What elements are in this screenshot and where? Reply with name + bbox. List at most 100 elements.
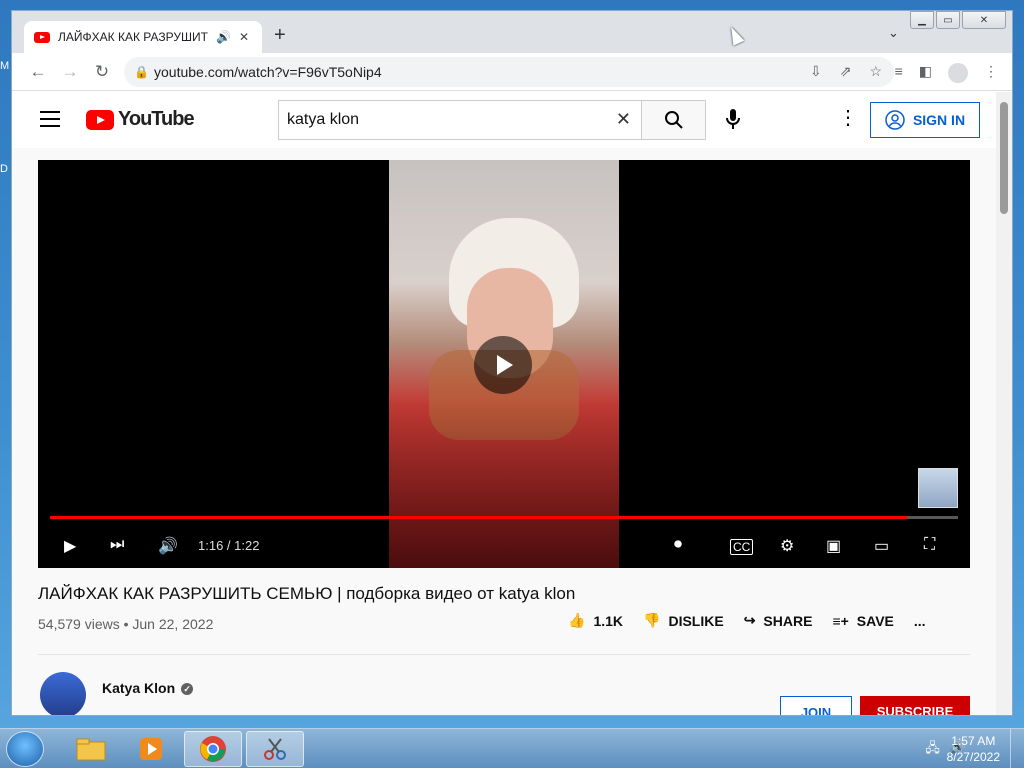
search-box: ✕ xyxy=(278,100,642,140)
settings-gear-icon[interactable]: ⚙ xyxy=(780,536,794,556)
browser-tab[interactable]: ЛАЙФХАК КАК РАЗРУШИТЬ 🔊 ✕ xyxy=(24,21,262,53)
verified-check-icon: ✓ xyxy=(181,683,194,696)
voice-search-button[interactable] xyxy=(724,108,742,135)
minimize-icon[interactable]: ▁ xyxy=(910,11,934,29)
divider xyxy=(38,654,970,655)
video-player[interactable]: ▶ ⏭ 🔊 1:16 / 1:22 ⏺ CC ⚙ ▣ ▭ ⛶ xyxy=(38,160,970,568)
menu-hamburger-icon[interactable] xyxy=(40,111,60,132)
youtube-logo-icon xyxy=(86,109,114,130)
show-desktop-button[interactable] xyxy=(1010,729,1024,768)
large-play-button[interactable] xyxy=(474,336,532,394)
logo-text: YouTube xyxy=(118,108,195,130)
window-controls: ▁ ▭ ✕ xyxy=(910,11,1006,29)
next-icon[interactable]: ⏭ xyxy=(110,536,124,554)
fullscreen-icon[interactable]: ⛶ xyxy=(924,536,935,554)
scissors-icon xyxy=(264,738,286,760)
miniplayer-icon[interactable]: ▣ xyxy=(826,536,841,556)
video-title: ЛАЙФХАК КАК РАЗРУШИТЬ СЕМЬЮ | подборка в… xyxy=(38,584,576,603)
more-actions-icon[interactable]: ... xyxy=(914,613,926,629)
search-input[interactable] xyxy=(287,111,607,129)
clock-date: 8/27/2022 xyxy=(946,750,1000,764)
volume-icon[interactable]: 🔊 xyxy=(158,536,178,556)
autoplay-toggle-icon[interactable]: ⏺ xyxy=(674,536,682,554)
taskbar-snipping-tool[interactable] xyxy=(246,731,304,767)
channel-name-row[interactable]: Katya Klon ✓ xyxy=(102,680,194,696)
lock-icon: 🔒 xyxy=(134,65,149,79)
browser-window: ЛАЙФХАК КАК РАЗРУШИТЬ 🔊 ✕ + ⌄ ▁ ▭ ✕ ← → … xyxy=(11,10,1013,716)
taskbar-explorer[interactable] xyxy=(62,731,120,767)
page-scrollbar[interactable] xyxy=(996,92,1012,715)
reload-icon[interactable]: ↻ xyxy=(86,62,118,82)
media-player-icon xyxy=(140,738,162,760)
close-window-icon[interactable]: ✕ xyxy=(962,11,1006,29)
clear-search-icon[interactable]: ✕ xyxy=(616,109,631,130)
youtube-header: YouTube ✕ ⋮ SIGN IN xyxy=(12,92,998,148)
thumbs-up-icon: 👍 xyxy=(568,612,586,628)
omnibox-actions: ⇩ ⇗ ☆ xyxy=(810,63,882,80)
end-screen-thumbnail[interactable] xyxy=(918,468,958,508)
profile-avatar-icon[interactable] xyxy=(948,63,968,83)
tab-search-chevron-icon[interactable]: ⌄ xyxy=(888,25,899,41)
share-label: SHARE xyxy=(763,612,813,629)
progress-fill xyxy=(50,516,908,519)
clock[interactable]: 1:57 AM 8/27/2022 xyxy=(947,733,1000,765)
start-button[interactable] xyxy=(6,731,44,767)
video-actions: 👍 1.1K 👎 DISLIKE ↪ SHARE ≡+ SAVE ... xyxy=(568,612,926,629)
youtube-favicon-icon xyxy=(34,31,50,43)
url-text: youtube.com/watch?v=F96vT5oNip4 xyxy=(154,64,382,80)
address-bar[interactable]: 🔒 youtube.com/watch?v=F96vT5oNip4 ⇩ ⇗ ☆ xyxy=(124,57,894,87)
dislike-label: DISLIKE xyxy=(668,612,724,629)
network-icon[interactable]: 🖧 xyxy=(925,739,940,761)
share-button[interactable]: ↪ SHARE xyxy=(744,612,813,629)
sign-in-button[interactable]: SIGN IN xyxy=(870,102,980,138)
bookmark-star-icon[interactable]: ☆ xyxy=(869,63,882,80)
youtube-page: YouTube ✕ ⋮ SIGN IN xyxy=(12,92,998,715)
playlist-add-icon: ≡+ xyxy=(832,612,849,629)
taskbar: 🖧 🔊 1:57 AM 8/27/2022 xyxy=(0,728,1024,768)
captions-icon[interactable]: CC xyxy=(730,539,754,555)
time-display: 1:16 / 1:22 xyxy=(198,538,260,553)
microphone-icon xyxy=(726,109,740,129)
dislike-button[interactable]: 👎 DISLIKE xyxy=(643,612,724,629)
like-count: 1.1K xyxy=(593,612,624,629)
folder-icon xyxy=(76,738,106,761)
tab-strip: ЛАЙФХАК КАК РАЗРУШИТЬ 🔊 ✕ + ⌄ ▁ ▭ ✕ xyxy=(12,11,1012,53)
search-icon xyxy=(664,111,683,129)
channel-name: Katya Klon xyxy=(102,680,176,696)
like-button[interactable]: 👍 1.1K xyxy=(568,612,623,629)
settings-more-icon[interactable]: ⋮ xyxy=(838,108,858,128)
tab-close-icon[interactable]: ✕ xyxy=(239,30,249,44)
search-button[interactable] xyxy=(642,100,706,140)
taskbar-chrome[interactable] xyxy=(184,731,242,767)
chrome-menu-icon[interactable]: ⋮ xyxy=(984,63,998,83)
youtube-logo[interactable]: YouTube xyxy=(86,108,195,131)
maximize-icon[interactable]: ▭ xyxy=(936,11,960,29)
share-icon[interactable]: ⇗ xyxy=(840,63,852,80)
desktop-icon-label: M xyxy=(0,60,10,72)
account-icon xyxy=(885,110,905,130)
play-icon[interactable]: ▶ xyxy=(64,536,76,556)
sign-in-label: SIGN IN xyxy=(912,112,966,128)
join-button[interactable]: JOIN xyxy=(780,696,852,715)
speaker-icon[interactable]: 🔊 xyxy=(216,30,231,44)
forward-arrow-icon[interactable]: → xyxy=(54,62,86,82)
clock-time: 1:57 AM xyxy=(951,734,996,748)
scrollbar-thumb[interactable] xyxy=(1000,102,1008,214)
taskbar-media-player[interactable] xyxy=(122,731,180,767)
side-panel-icon[interactable]: ◧ xyxy=(919,63,932,83)
install-icon[interactable]: ⇩ xyxy=(810,63,822,80)
progress-bar[interactable] xyxy=(50,516,958,519)
toolbar-right: ≡ ◧ ⋮ xyxy=(895,63,998,83)
channel-avatar[interactable] xyxy=(40,672,86,715)
save-label: SAVE xyxy=(856,612,894,629)
back-arrow-icon[interactable]: ← xyxy=(22,62,54,82)
media-control-icon[interactable]: ≡ xyxy=(895,63,903,83)
theater-mode-icon[interactable]: ▭ xyxy=(874,536,889,556)
chrome-icon xyxy=(200,736,226,762)
browser-toolbar: ← → ↻ 🔒 youtube.com/watch?v=F96vT5oNip4 … xyxy=(12,53,1012,91)
thumbs-down-icon: 👎 xyxy=(643,612,661,628)
desktop-icon-label: D xyxy=(0,163,8,175)
new-tab-button[interactable]: + xyxy=(274,25,286,45)
subscribe-button[interactable]: SUBSCRIBE xyxy=(860,696,970,715)
save-button[interactable]: ≡+ SAVE xyxy=(832,613,893,629)
